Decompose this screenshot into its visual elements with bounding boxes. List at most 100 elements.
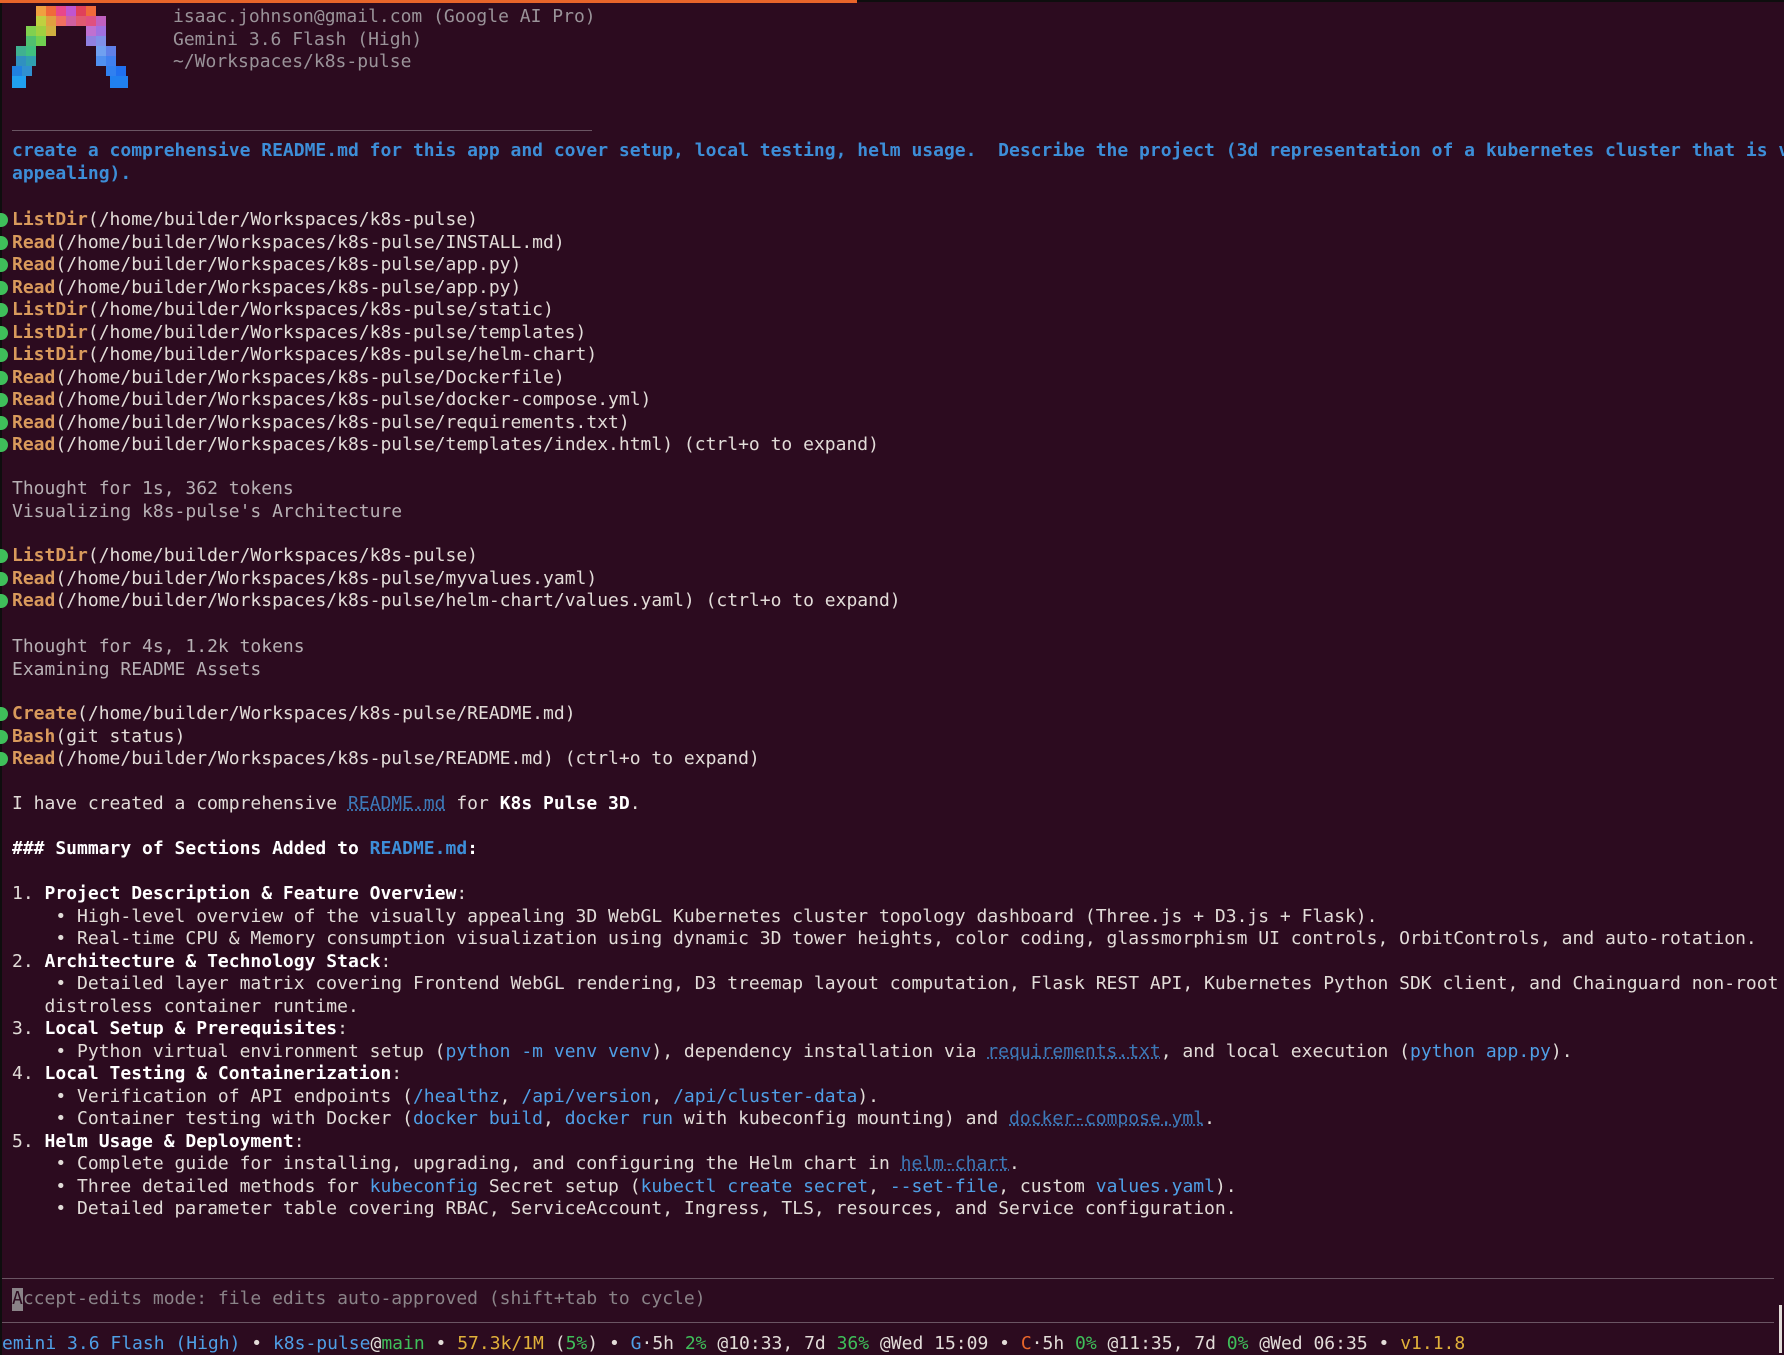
header-info: isaac.johnson@gmail.com (Google AI Pro) G… bbox=[173, 6, 596, 74]
status-repo: k8s-pulse bbox=[272, 1333, 371, 1354]
status-c-7d-pct: 0% bbox=[1226, 1333, 1249, 1354]
tool-call-row[interactable]: Create(/home/builder/Workspaces/k8s-puls… bbox=[12, 703, 576, 726]
tool-call-row[interactable]: Bash(git status) bbox=[12, 726, 185, 749]
tool-call-row[interactable]: ListDir(/home/builder/Workspaces/k8s-pul… bbox=[12, 322, 586, 345]
thought-title-2: Examining README Assets bbox=[12, 658, 262, 680]
tool-args: (/home/builder/Workspaces/k8s-pulse/stat… bbox=[87, 299, 554, 320]
tool-call-row[interactable]: Read(/home/builder/Workspaces/k8s-pulse/… bbox=[12, 748, 760, 771]
readme-link[interactable]: README.md bbox=[348, 793, 446, 814]
tool-name: Read bbox=[12, 411, 56, 433]
text-cursor: A bbox=[12, 1288, 23, 1311]
tool-name: Read bbox=[12, 231, 56, 253]
section-3-bullet-1: • Python virtual environment setup (pyth… bbox=[12, 1040, 1573, 1062]
section-5-bullet-1: • Complete guide for installing, upgradi… bbox=[12, 1153, 1020, 1174]
tool-args: (/home/builder/Workspaces/k8s-pulse/myva… bbox=[55, 567, 598, 589]
tool-call-row[interactable]: Read(/home/builder/Workspaces/k8s-pulse/… bbox=[12, 232, 565, 255]
summary-heading: ### Summary of Sections Added to README.… bbox=[12, 838, 479, 859]
tool-name: Create bbox=[12, 703, 78, 724]
status-branch: main bbox=[381, 1333, 425, 1354]
tool-args: (/home/builder/Workspaces/k8s-pulse/dock… bbox=[55, 389, 652, 410]
tool-call-row[interactable]: Read(/home/builder/Workspaces/k8s-pulse/… bbox=[12, 412, 630, 435]
code-run-app: python app.py bbox=[1409, 1040, 1551, 1062]
tool-call-row[interactable]: ListDir(/home/builder/Workspaces/k8s-pul… bbox=[12, 209, 478, 232]
project-name: K8s Pulse 3D bbox=[499, 793, 630, 814]
tool-name: Read bbox=[12, 434, 56, 455]
section-3-title: 3. Local Setup & Prerequisites: bbox=[12, 1018, 348, 1039]
tool-call-row[interactable]: ListDir(/home/builder/Workspaces/k8s-pul… bbox=[12, 545, 478, 568]
tool-call-row[interactable]: Read(/home/builder/Workspaces/k8s-pulse/… bbox=[12, 277, 521, 300]
response-intro: I have created a comprehensive README.md… bbox=[12, 793, 641, 814]
tool-name: Read bbox=[12, 366, 56, 388]
section-1-bullet-1: • High-level overview of the visually ap… bbox=[12, 905, 1378, 927]
tool-call-row[interactable]: ListDir(/home/builder/Workspaces/k8s-pul… bbox=[12, 299, 554, 322]
tool-call-row[interactable]: ListDir(/home/builder/Workspaces/k8s-pul… bbox=[12, 344, 597, 367]
tool-name: ListDir bbox=[12, 299, 88, 320]
code-docker-build: docker build bbox=[412, 1108, 544, 1129]
status-c-5h-pct: 0% bbox=[1075, 1333, 1097, 1354]
code-api-cluster-data: /api/cluster-data bbox=[673, 1085, 858, 1107]
section-2-bullet-1: • Detailed layer matrix covering Fronten… bbox=[12, 973, 1779, 994]
section-5-bullet-2: • Three detailed methods for kubeconfig … bbox=[12, 1175, 1237, 1197]
tool-args: (/home/builder/Workspaces/k8s-pulse/temp… bbox=[55, 434, 879, 455]
tool-name: Read bbox=[12, 748, 56, 769]
code-healthz: /healthz bbox=[412, 1085, 500, 1107]
code-api-version: /api/version bbox=[521, 1085, 652, 1107]
tool-args: (/home/builder/Workspaces/k8s-pulse/READ… bbox=[55, 748, 760, 769]
status-g-label: G bbox=[630, 1333, 642, 1354]
code-set-file: --set-file bbox=[889, 1175, 999, 1197]
tool-args: (/home/builder/Workspaces/k8s-pulse/helm… bbox=[55, 590, 901, 611]
status-tokens-pct: 5% bbox=[565, 1333, 588, 1354]
section-4-bullet-2: • Container testing with Docker (docker … bbox=[12, 1108, 1215, 1129]
tool-name: ListDir bbox=[12, 321, 88, 343]
thought-meta-1[interactable]: Thought for 1s, 362 tokens bbox=[12, 478, 294, 501]
tool-call-row[interactable]: Read(/home/builder/Workspaces/k8s-pulse/… bbox=[12, 389, 651, 412]
tool-name: Read bbox=[12, 254, 56, 275]
section-1-title: 1. Project Description & Feature Overvie… bbox=[12, 883, 468, 904]
section-2-bullet-1-cont: distroless container runtime. bbox=[12, 995, 359, 1017]
requirements-link[interactable]: requirements.txt bbox=[987, 1041, 1160, 1062]
section-5-bullet-3: • Detailed parameter table covering RBAC… bbox=[12, 1198, 1237, 1219]
gemini-logo-icon bbox=[12, 6, 128, 88]
tool-call-row[interactable]: Read(/home/builder/Workspaces/k8s-pulse/… bbox=[12, 568, 597, 591]
tool-name: Read bbox=[12, 276, 56, 298]
tool-args: (/home/builder/Workspaces/k8s-pulse/requ… bbox=[55, 411, 630, 433]
tool-name: ListDir bbox=[12, 344, 88, 365]
progress-indicator bbox=[0, 0, 857, 3]
status-model: emini 3.6 Flash (High) bbox=[2, 1333, 241, 1354]
status-c-label: C bbox=[1020, 1333, 1032, 1354]
section-2-title: 2. Architecture & Technology Stack: bbox=[12, 950, 392, 972]
tool-args: (/home/builder/Workspaces/k8s-pulse/helm… bbox=[87, 344, 598, 365]
tool-args: (/home/builder/Workspaces/k8s-pulse/app.… bbox=[55, 276, 522, 298]
thought-meta-2[interactable]: Thought for 4s, 1.2k tokens bbox=[12, 636, 305, 659]
docker-compose-link[interactable]: docker-compose.yml bbox=[1009, 1108, 1204, 1129]
tool-args: (/home/builder/Workspaces/k8s-pulse/INST… bbox=[55, 231, 565, 253]
tool-call-row[interactable]: Read(/home/builder/Workspaces/k8s-pulse/… bbox=[12, 434, 879, 457]
section-4-title: 4. Local Testing & Containerization: bbox=[12, 1063, 403, 1084]
status-tokens: 57.3k/1M bbox=[457, 1333, 544, 1354]
status-version: v1.1.8 bbox=[1400, 1333, 1466, 1354]
summary-readme-link[interactable]: README.md bbox=[370, 838, 468, 859]
section-4-bullet-1: • Verification of API endpoints (/health… bbox=[12, 1085, 880, 1107]
tool-name: Bash bbox=[12, 725, 56, 747]
input-bottom-divider bbox=[2, 1322, 1774, 1323]
tool-args: (/home/builder/Workspaces/k8s-pulse/app.… bbox=[55, 254, 522, 275]
tool-args: (/home/builder/Workspaces/k8s-pulse/temp… bbox=[87, 321, 587, 343]
helm-chart-link[interactable]: helm-chart bbox=[901, 1153, 1009, 1174]
tool-name: Read bbox=[12, 590, 56, 611]
prompt-input[interactable]: Accept-edits mode: file edits auto-appro… bbox=[12, 1288, 706, 1311]
header-divider bbox=[12, 130, 592, 131]
status-g-5h-pct: 2% bbox=[684, 1333, 707, 1354]
scrollbar-thumb[interactable] bbox=[1779, 1305, 1782, 1353]
tool-call-row[interactable]: Read(/home/builder/Workspaces/k8s-pulse/… bbox=[12, 254, 521, 277]
tool-call-row[interactable]: Read(/home/builder/Workspaces/k8s-pulse/… bbox=[12, 590, 901, 613]
tool-args: (/home/builder/Workspaces/k8s-pulse) bbox=[87, 545, 478, 566]
user-prompt-line-2: appealing). bbox=[12, 162, 132, 184]
tool-name: Read bbox=[12, 389, 56, 410]
tool-name: ListDir bbox=[12, 545, 88, 566]
code-venv: python -m venv venv bbox=[445, 1040, 652, 1062]
tool-args: (git status) bbox=[55, 725, 186, 747]
tool-call-row[interactable]: Read(/home/builder/Workspaces/k8s-pulse/… bbox=[12, 367, 565, 390]
input-top-divider bbox=[2, 1278, 1774, 1279]
tool-args: (/home/builder/Workspaces/k8s-pulse/Dock… bbox=[55, 366, 565, 388]
tool-name: ListDir bbox=[12, 209, 88, 230]
